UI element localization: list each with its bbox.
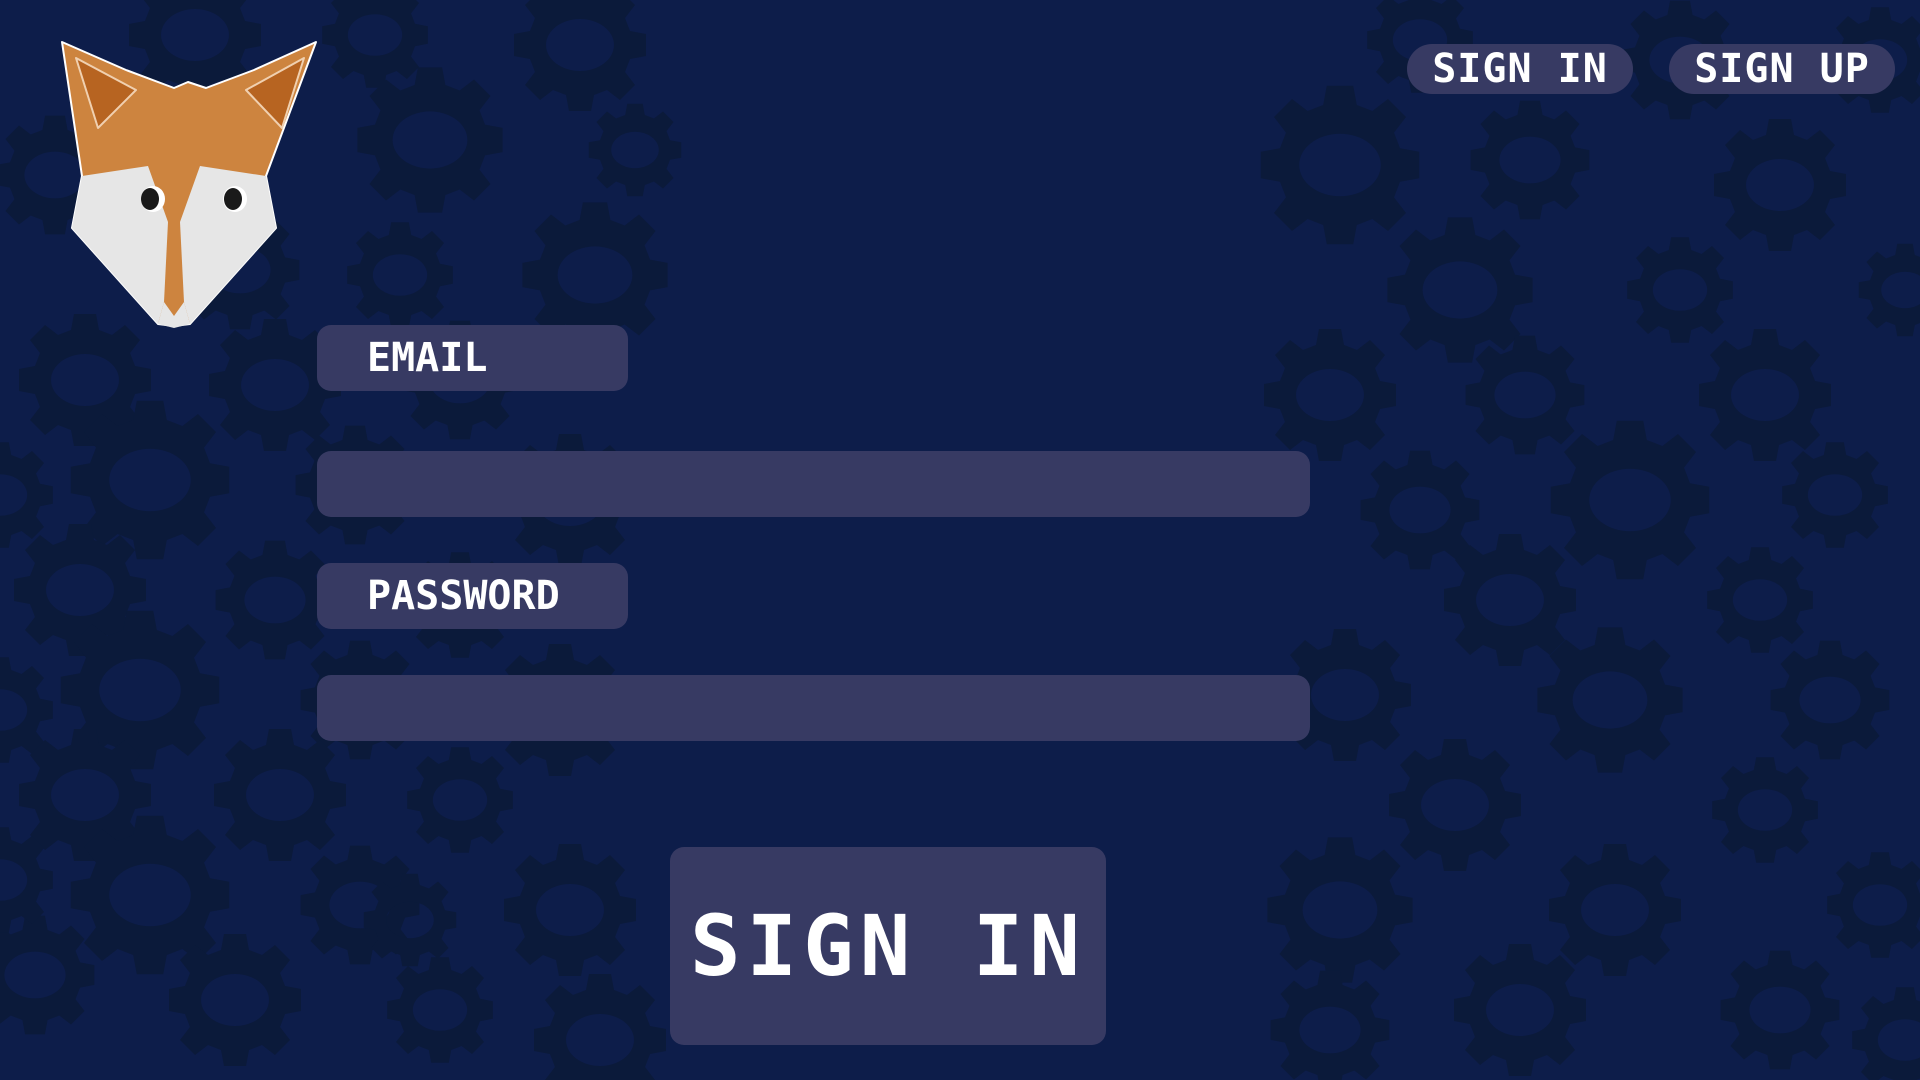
gear-icon [1470, 100, 1590, 220]
fox-logo-icon [61, 41, 317, 328]
gear-icon [1782, 442, 1888, 548]
sign-in-page: SIGN IN SIGN UP EMAIL PASSWORD SIGN IN [0, 0, 1920, 1080]
gear-icon [514, 0, 646, 111]
gear-icon [169, 934, 301, 1066]
gear-icon [1720, 950, 1840, 1070]
gear-icon [322, 0, 428, 88]
gear-icon [1550, 420, 1710, 580]
gear-icon [1712, 757, 1818, 863]
gear-icon [407, 747, 513, 853]
gear-icon [1627, 237, 1733, 343]
gear-icon [387, 957, 493, 1063]
gear-icon [1267, 837, 1413, 983]
gear-icon [0, 915, 95, 1035]
gear-icon [1465, 335, 1585, 455]
gear-icon [1770, 640, 1890, 760]
gear-icon [1699, 329, 1831, 461]
gear-icon [214, 729, 346, 861]
gear-icon [347, 222, 453, 328]
gear-icon [1360, 450, 1480, 570]
gear-icon [70, 815, 230, 975]
nav-sign-in-button[interactable]: SIGN IN [1407, 44, 1633, 94]
gear-icon [588, 103, 682, 197]
gear-icon [1260, 85, 1420, 245]
gear-icon [1444, 534, 1576, 666]
gear-icon [70, 400, 230, 560]
gear-icon [1387, 217, 1533, 363]
gear-icon [1707, 547, 1813, 653]
gear-icon [504, 844, 636, 976]
gear-icon [0, 442, 53, 548]
nav-sign-up-button[interactable]: SIGN UP [1669, 44, 1895, 94]
gear-icon [1852, 987, 1920, 1080]
password-input[interactable] [317, 675, 1310, 741]
gear-icon [1858, 243, 1920, 337]
gear-icon [1827, 852, 1920, 958]
gear-icon [534, 974, 666, 1080]
email-input[interactable] [317, 451, 1310, 517]
password-label: PASSWORD [317, 563, 628, 629]
gear-icon [357, 67, 503, 213]
gear-icon [1264, 329, 1396, 461]
gear-icon [1454, 944, 1586, 1076]
gear-icon [1270, 970, 1390, 1080]
gear-icon [363, 873, 457, 967]
sign-in-submit-button[interactable]: SIGN IN [670, 847, 1106, 1045]
gear-icon [1714, 119, 1846, 251]
gear-icon [1389, 739, 1521, 871]
email-label: EMAIL [317, 325, 628, 391]
gear-icon [1549, 844, 1681, 976]
gear-icon [1537, 627, 1683, 773]
